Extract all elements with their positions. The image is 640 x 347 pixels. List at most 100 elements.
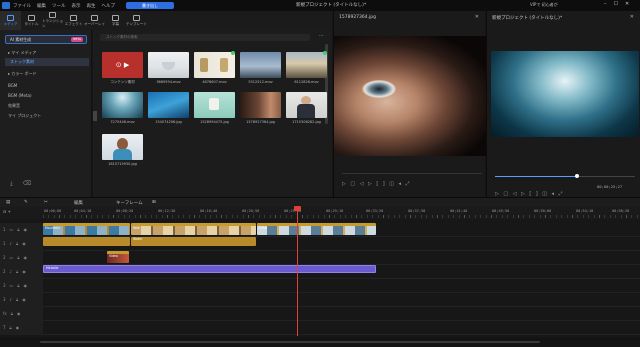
timeline-view-icon[interactable]: ▤ (6, 200, 10, 205)
tab-template[interactable]: テンプレート (126, 11, 147, 30)
timeline-preview-screen[interactable] (491, 51, 639, 137)
add-track-icon[interactable]: ⊟ + (3, 209, 11, 214)
category-bgm-meta[interactable]: BGM (Meta) (8, 93, 32, 98)
media-item[interactable]: 4678607.mov (194, 51, 235, 88)
tab-media[interactable]: メディア (0, 11, 21, 30)
track-video-1-lower[interactable]: 1 ♪ 🔒︎ ◉ Water (0, 237, 640, 251)
tab-effect[interactable]: エフェクト (63, 11, 84, 30)
category-stock[interactable]: ストック素材 (5, 58, 89, 66)
video-clip[interactable]: Vale (131, 223, 256, 235)
category-color-board[interactable]: ▸ カラー ボード (8, 71, 37, 77)
import-icon[interactable]: ⤓ (10, 180, 13, 188)
publish-button[interactable]: 書き出し (126, 2, 174, 9)
track-effect[interactable]: fx 🔒︎ ◉ (0, 307, 640, 321)
search-input[interactable]: ストック素材の検索 (100, 34, 310, 41)
next-frame-icon[interactable]: ▷ (368, 181, 372, 187)
ruler-tick: 00;12;30 (158, 209, 176, 213)
video-track-icon: ▭ (9, 255, 14, 261)
menu-edit[interactable]: 編集 (37, 3, 46, 9)
menu-playback[interactable]: 再生 (87, 3, 96, 9)
mark-out-icon[interactable]: ] (383, 181, 385, 187)
fullscreen-icon[interactable]: ⤢ (405, 181, 409, 187)
media-item[interactable]: 1715306282.jpg (286, 92, 327, 128)
track-empty-3[interactable]: 3 ▭ 🔒︎ ◉ (0, 279, 640, 293)
audio-clip[interactable]: Water (131, 237, 256, 246)
clip-preview-screen[interactable] (334, 36, 486, 156)
close-preview-icon[interactable]: ✕ (630, 14, 634, 20)
tab-transition[interactable]: トランジション (42, 11, 63, 30)
visibility-icon: ◉ (22, 269, 26, 275)
menu-help[interactable]: ヘルプ (102, 3, 116, 9)
panel-collapse-handle[interactable] (93, 111, 97, 121)
audio-track-icon: ♪ (9, 241, 13, 247)
category-my-project[interactable]: マイ プロジェクト (8, 113, 41, 119)
cut-icon[interactable]: ✂ (44, 200, 48, 205)
delete-icon[interactable]: ⌫ (23, 180, 31, 188)
category-my-media[interactable]: ▸ マイ メディア (8, 50, 36, 56)
effect-icon (70, 14, 77, 21)
media-item[interactable]: 3669594.mov (148, 52, 189, 88)
play-icon[interactable]: ▷ (342, 181, 346, 187)
more-options-icon[interactable]: ··· (319, 33, 324, 39)
ruler-tick: 00;41;40 (450, 209, 468, 213)
category-bgm[interactable]: BGM (8, 83, 17, 88)
lock-icon: 🔒︎ (17, 227, 20, 233)
mark-in-icon[interactable]: [ (376, 181, 378, 187)
music-clip[interactable]: Melodie (43, 265, 376, 273)
media-item[interactable]: 1528994475.jpg (194, 92, 235, 128)
media-item[interactable]: 6112826.mov (286, 51, 327, 88)
media-item[interactable]: 7275446.mov (102, 92, 143, 128)
visibility-icon: ◉ (23, 255, 27, 261)
tab-overlay[interactable]: オーバーレイ (84, 11, 105, 30)
maximize-icon[interactable]: ☐ (614, 1, 618, 7)
edit-tool-icon[interactable]: ✎ (24, 200, 28, 205)
timeline-seek-bar[interactable] (495, 174, 635, 178)
timeline-scrollbar[interactable] (0, 337, 640, 347)
media-item[interactable]: 1578927364.jpg (240, 92, 281, 128)
video-clip[interactable]: Mountain (43, 223, 130, 235)
clip-seek-bar[interactable] (342, 173, 482, 174)
edit-menu-button[interactable]: 編集 (74, 200, 83, 206)
keyframe-button[interactable]: キーフレーム (116, 200, 143, 206)
video-clip[interactable]: Clear (257, 223, 376, 235)
ai-generate-button[interactable]: AI 素材生成 BETA (5, 35, 87, 44)
tab-title[interactable]: タイトル (21, 11, 42, 30)
ruler-tick: 00;50;00 (534, 209, 552, 213)
audio-clip[interactable] (43, 237, 130, 246)
menu-bar: ファイル 編集 ツール 表示 再生 ヘルプ (13, 3, 115, 9)
category-sfx[interactable]: 効果音 (8, 103, 20, 109)
tab-subtitle[interactable]: 字幕 (105, 11, 126, 30)
stop-icon[interactable]: □ (350, 181, 355, 187)
menu-file[interactable]: ファイル (13, 3, 31, 9)
account-label[interactable]: VIPで 初心者が (530, 2, 558, 8)
close-preview-icon[interactable]: ✕ (475, 14, 479, 20)
track-audio[interactable]: 2 ♪ 🔒︎ ◉ Melodie (0, 265, 640, 279)
scroll-thumb[interactable] (40, 341, 540, 343)
playhead-line[interactable] (297, 206, 298, 336)
time-ruler[interactable]: ⊟ + 00;00;00 00;04;10 00;08;20 00;12;30 … (0, 207, 640, 219)
media-item[interactable]: ⊙ ▶ コンテンツ素材 (102, 52, 143, 88)
track-video-1[interactable]: 1 ▭ 🔒︎ ◉ Mountain Vale Clear (0, 223, 640, 237)
fx-track-icon: fx (3, 311, 7, 317)
track-overlay[interactable]: 2 ▭ 🔒︎ ◉ Video (0, 251, 640, 265)
media-item[interactable]: 134074206.jpg (148, 92, 189, 128)
seek-handle[interactable] (575, 174, 579, 178)
close-icon[interactable]: ✕ (625, 1, 629, 7)
media-item[interactable]: 1815715930.jpg (102, 134, 143, 170)
beta-badge: BETA (71, 37, 83, 42)
menu-view[interactable]: 表示 (72, 3, 81, 9)
prev-frame-icon[interactable]: ◁ (360, 181, 364, 187)
timeline-toolbar: ▤ ✎ ✂ 編集 キーフレーム ⊞ (0, 197, 640, 207)
camera-icon: ⊙ ▶ (115, 61, 130, 69)
panel-tools: ⤓ ⌫ (10, 180, 31, 188)
track-title[interactable]: T 🔒︎ ◉ (0, 321, 640, 335)
minimize-icon[interactable]: – (604, 1, 607, 7)
ruler-tick: 00;04;10 (74, 209, 92, 213)
track-empty-3-audio[interactable]: 3 ♪ 🔒︎ ◉ (0, 293, 640, 307)
menu-tools[interactable]: ツール (52, 3, 66, 9)
layout-icon[interactable]: ⊞ (152, 200, 156, 205)
media-item[interactable]: 5312512.mov (240, 52, 281, 88)
snapshot-icon[interactable]: ◫ (389, 181, 394, 187)
volume-icon[interactable]: ◂ (398, 181, 401, 187)
overlay-clip[interactable]: Video (107, 251, 129, 263)
